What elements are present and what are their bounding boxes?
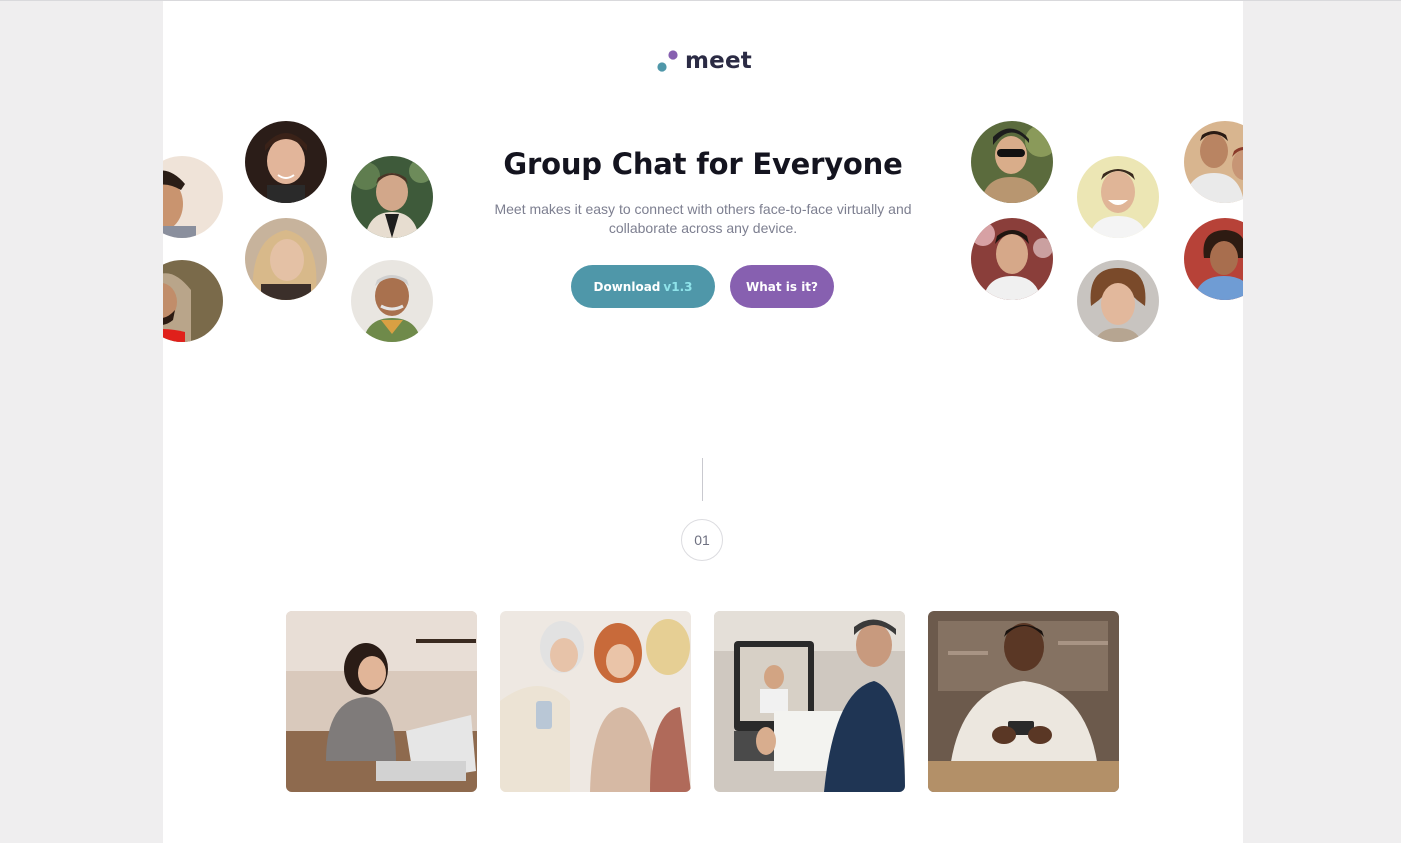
step-connector-line	[702, 458, 703, 501]
photo-video-call	[714, 611, 905, 792]
photo-woman-laptop	[286, 611, 477, 792]
step-number-badge: 01	[681, 519, 723, 561]
download-version-label: v1.3	[663, 279, 693, 294]
brand-name: meet	[685, 48, 752, 74]
hero-title: Group Chat for Everyone	[503, 147, 903, 181]
avatar-right-1	[971, 121, 1053, 203]
avatar-right-3	[1184, 121, 1243, 203]
what-is-it-button[interactable]: What is it?	[730, 265, 834, 308]
download-button-label: Download	[593, 279, 661, 294]
avatar-left-4	[245, 218, 327, 300]
avatar-left-5	[163, 260, 223, 342]
photo-women-phone	[500, 611, 691, 792]
logo-dots-icon	[657, 50, 678, 72]
photo-man-phone	[928, 611, 1119, 792]
hero-subtitle: Meet makes it easy to connect with other…	[494, 201, 912, 236]
avatar-right-2	[1077, 156, 1159, 238]
avatar-right-5	[1077, 260, 1159, 342]
avatar-right-4	[971, 218, 1053, 300]
avatar-left-6	[351, 260, 433, 342]
brand-logo[interactable]: meet	[657, 47, 757, 77]
landing-page: meet Group Chat for Everyone Meet makes …	[163, 1, 1243, 843]
download-button[interactable]: Download v1.3	[571, 265, 715, 308]
avatar-right-6	[1184, 218, 1243, 300]
